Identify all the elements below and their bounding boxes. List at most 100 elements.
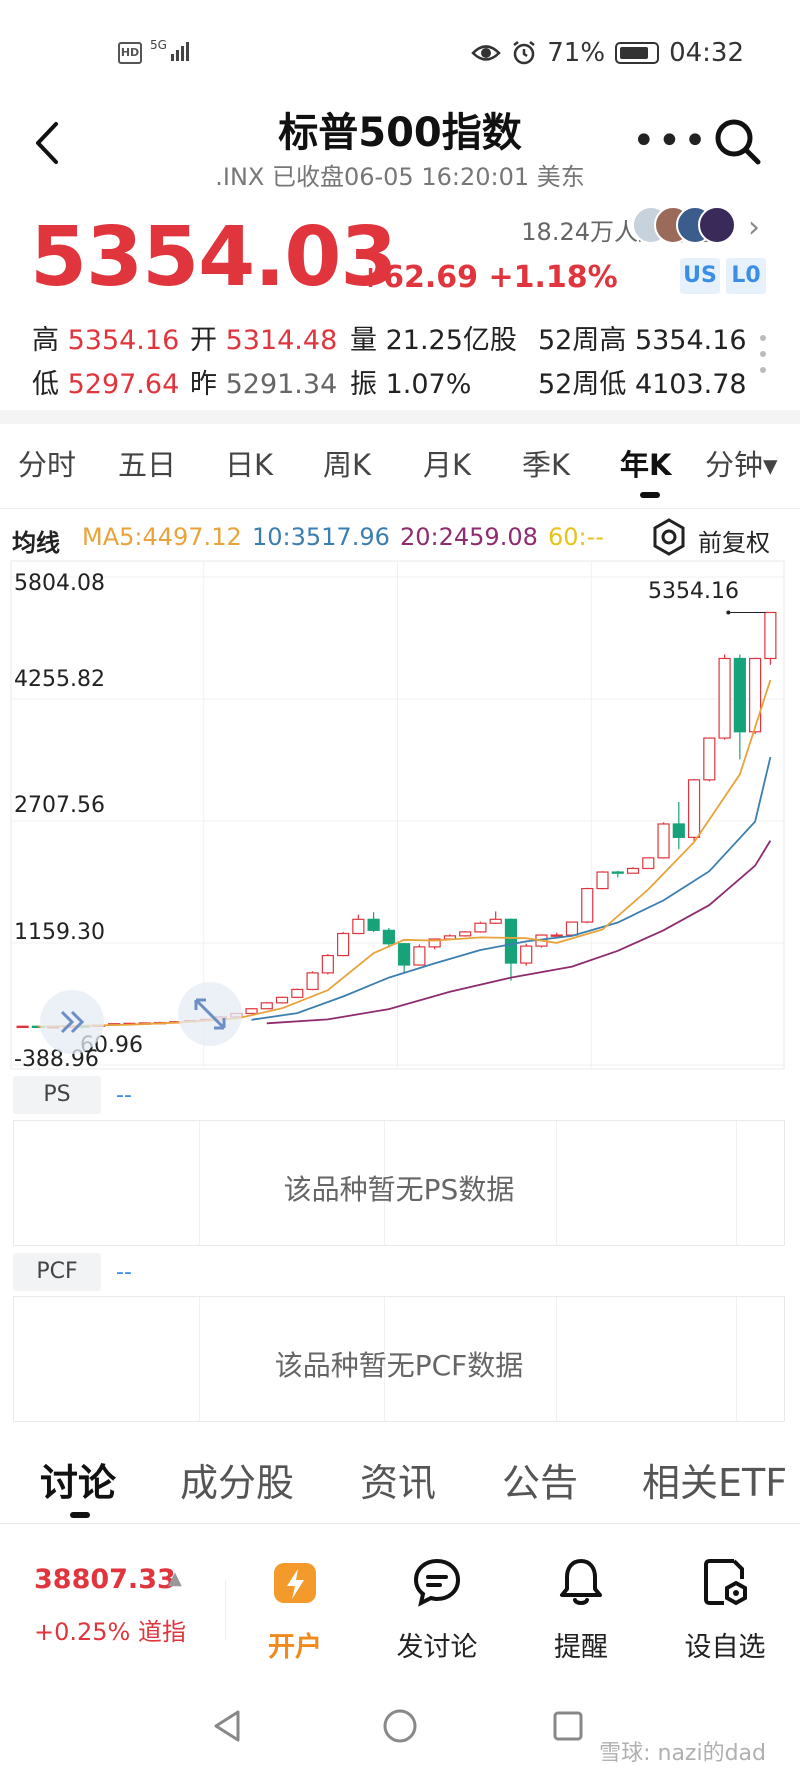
tab-news[interactable]: 资讯 <box>360 1452 436 1507</box>
expand-icon <box>194 998 226 1030</box>
search-icon[interactable] <box>712 116 764 168</box>
candle-body <box>260 1002 273 1010</box>
price-adjust-toggle[interactable]: 前复权 <box>698 523 770 558</box>
tab-discussion[interactable]: 讨论 <box>40 1452 116 1507</box>
fullscreen-button[interactable] <box>178 982 242 1046</box>
stat-high: 高 5354.16 <box>32 325 180 356</box>
candle-body <box>504 918 518 964</box>
stat-low: 低 5297.64 <box>32 369 180 400</box>
candle-body <box>367 918 380 931</box>
tab-5day[interactable]: 五日 <box>118 442 176 484</box>
candle-body <box>275 996 289 1004</box>
pcf-empty-text: 该品种暂无PCF数据 <box>274 1349 524 1382</box>
candle-body <box>718 657 731 739</box>
gear-icon[interactable] <box>650 518 688 556</box>
stat-open: 开 5314.48 <box>190 325 338 356</box>
pcf-tag[interactable]: PCF <box>13 1253 101 1291</box>
bell-icon <box>560 1559 602 1605</box>
candle-body <box>291 988 304 998</box>
candle-body <box>764 611 777 660</box>
add-watchlist-button[interactable]: 设自选 <box>670 1555 780 1664</box>
active-tab-indicator <box>70 1512 90 1518</box>
nav-recents-icon[interactable] <box>548 1706 588 1746</box>
nav-home-icon[interactable] <box>380 1706 420 1746</box>
double-chevron-icon <box>60 1010 85 1034</box>
ma10-value: 10:3517.96 <box>252 523 390 551</box>
tab-intraday[interactable]: 分时 <box>18 442 76 484</box>
candle-body <box>413 946 426 966</box>
price-change: +62.69 +1.18% <box>358 260 618 295</box>
candle-body <box>16 1025 29 1029</box>
candle-body <box>733 657 746 733</box>
candle-body <box>245 1008 258 1015</box>
tab-constituents[interactable]: 成分股 <box>180 1452 294 1507</box>
ps-value: -- <box>116 1083 132 1108</box>
post-discussion-label: 发讨论 <box>396 1632 478 1663</box>
candle-body <box>489 918 502 924</box>
tab-announcements[interactable]: 公告 <box>502 1452 578 1507</box>
eye-icon <box>471 45 502 61</box>
candle-body <box>581 887 594 923</box>
last-price: 5354.03 <box>30 210 397 305</box>
clock: 04:32 <box>669 38 744 68</box>
candle-body <box>382 929 395 945</box>
y-tick-label: 4255.82 <box>14 667 105 692</box>
ma60-value: 60:-- <box>548 523 604 551</box>
ps-empty-text: 该品种暂无PS数据 <box>283 1173 515 1206</box>
candle-body <box>306 972 319 991</box>
tab-related-etf[interactable]: 相关ETF <box>642 1452 800 1507</box>
active-tab-indicator <box>640 492 660 498</box>
divider-line <box>225 1580 226 1640</box>
post-discussion-button[interactable]: 发讨论 <box>382 1555 492 1664</box>
candle-body <box>626 867 640 874</box>
chevron-right-icon[interactable]: › <box>748 210 760 245</box>
tab-weekly-k[interactable]: 周K <box>323 442 371 484</box>
tab-minute-dropdown[interactable]: 分钟▾ <box>705 442 778 484</box>
divider-line <box>0 508 800 509</box>
stat-amplitude: 振 1.07% <box>350 369 472 400</box>
tab-quarterly-k[interactable]: 季K <box>522 442 570 484</box>
candle-body <box>642 857 655 870</box>
candle-body <box>398 943 411 966</box>
level-tag: L0 <box>726 258 766 294</box>
candle-body <box>749 657 762 733</box>
y-tick-label: 2707.56 <box>14 793 105 818</box>
signal-icon <box>171 42 189 61</box>
candle-body <box>687 779 701 838</box>
scroll-left-button[interactable] <box>40 990 104 1054</box>
follower-avatars[interactable] <box>632 206 742 246</box>
ps-tag[interactable]: PS <box>13 1076 101 1114</box>
candle-body <box>565 921 579 936</box>
open-account-button[interactable]: 开户 <box>240 1555 350 1664</box>
y-tick-label: 5804.08 <box>14 571 105 596</box>
tab-daily-k[interactable]: 日K <box>225 442 273 484</box>
expand-stats-icon[interactable] <box>760 335 768 383</box>
stat-volume: 量 21.25亿股 <box>350 325 517 356</box>
tab-yearly-k[interactable]: 年K <box>620 442 671 484</box>
tab-monthly-k[interactable]: 月K <box>423 442 471 484</box>
candle-body <box>321 954 334 974</box>
candlestick-chart[interactable] <box>10 560 785 1070</box>
hd-indicator: HD <box>118 42 142 64</box>
max-marker-dot <box>726 610 731 615</box>
ma-legend-title[interactable]: 均线 <box>12 523 60 558</box>
dow-change[interactable]: +0.25% 道指 <box>34 1612 186 1647</box>
watermark: 雪球: nazi的dad <box>599 1741 766 1766</box>
nav-back-icon[interactable] <box>208 1706 248 1746</box>
candle-body <box>550 934 563 937</box>
avatar <box>698 206 736 244</box>
period-tabs: 分时 五日 日K 周K 月K 季K 年K 分钟▾ <box>0 442 800 492</box>
pcf-value: -- <box>116 1260 132 1285</box>
more-menu-icon[interactable]: ••• <box>632 118 709 164</box>
status-right: 71% 04:32 <box>471 38 744 68</box>
chat-bubble-icon <box>413 1558 461 1607</box>
candle-body <box>459 931 472 937</box>
battery-icon <box>615 42 660 64</box>
candle-body <box>352 918 365 935</box>
alert-button[interactable]: 提醒 <box>526 1555 636 1664</box>
stat-52w-high: 52周高 5354.16 <box>538 325 747 356</box>
candle-body <box>336 932 350 957</box>
dow-value[interactable]: 38807.33 <box>34 1564 176 1595</box>
alert-label: 提醒 <box>554 1632 608 1663</box>
battery-percent: 71% <box>547 38 606 68</box>
